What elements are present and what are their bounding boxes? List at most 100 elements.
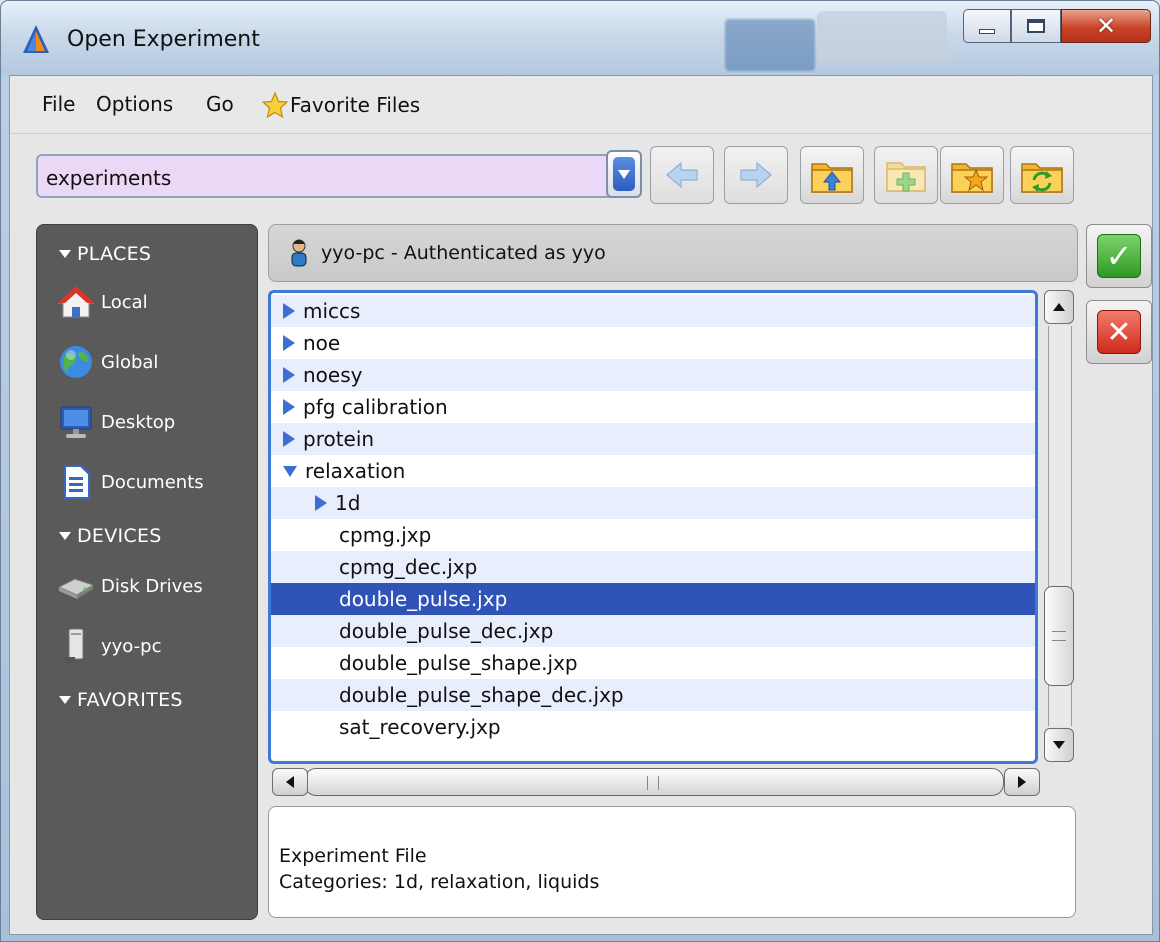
refresh-folder-icon xyxy=(1021,163,1063,193)
collapsed-arrow-icon[interactable] xyxy=(283,399,295,415)
file-row[interactable]: double_pulse_shape_dec.jxp xyxy=(271,679,1035,711)
maximize-icon xyxy=(1027,19,1045,33)
disk-drive-icon xyxy=(57,578,95,599)
folder-row[interactable]: 1d xyxy=(271,487,1035,519)
path-dropdown-button[interactable] xyxy=(606,150,642,198)
checkmark-icon: ✓ xyxy=(1097,234,1141,278)
collapsed-arrow-icon[interactable] xyxy=(283,335,295,351)
sidebar-item-documents[interactable]: Documents xyxy=(57,463,204,501)
menu-options[interactable]: Options xyxy=(96,92,173,116)
folder-row[interactable]: pfg calibration xyxy=(271,391,1035,423)
sidebar-item-disk-drives[interactable]: Disk Drives xyxy=(57,567,203,605)
scroll-right-button[interactable] xyxy=(1004,768,1040,796)
item-name: double_pulse.jxp xyxy=(339,587,508,611)
menu-favorite-files[interactable]: Favorite Files xyxy=(262,92,420,118)
minimize-icon xyxy=(979,28,995,34)
scroll-down-button[interactable] xyxy=(1044,728,1074,762)
arrow-down-icon xyxy=(1053,741,1065,749)
sidebar-item-global[interactable]: Global xyxy=(57,343,158,381)
horizontal-scrollbar[interactable] xyxy=(268,768,1048,802)
sidebar-item-desktop[interactable]: Desktop xyxy=(57,403,175,441)
back-arrow-icon xyxy=(666,161,698,189)
favorites-header[interactable]: FAVORITES xyxy=(59,689,183,711)
sidebar-item-local[interactable]: Local xyxy=(57,283,148,321)
cancel-button[interactable]: ✕ xyxy=(1086,300,1152,364)
monitor-icon xyxy=(60,406,92,438)
title-bar[interactable]: Open Experiment ✕ xyxy=(1,1,1159,75)
home-icon xyxy=(57,286,95,318)
item-name: double_pulse_dec.jxp xyxy=(339,619,554,643)
computer-tower-icon xyxy=(65,628,84,663)
refresh-folder-button[interactable] xyxy=(1010,146,1074,204)
item-name: double_pulse_shape.jxp xyxy=(339,651,578,675)
sidebar-item-label: Desktop xyxy=(101,411,176,433)
menu-favorite-files-label: Favorite Files xyxy=(290,93,421,117)
background-window-blur-2 xyxy=(817,11,947,63)
close-button[interactable]: ✕ xyxy=(1061,9,1151,43)
folder-row[interactable]: relaxation xyxy=(271,455,1035,487)
item-name: protein xyxy=(303,427,375,451)
folder-row[interactable]: miccs xyxy=(271,295,1035,327)
file-row[interactable]: cpmg.jxp xyxy=(271,519,1035,551)
collapse-triangle-icon xyxy=(59,696,71,704)
dialog-body: File Options Go Favorite Files experimen… xyxy=(9,75,1153,935)
open-experiment-window: Open Experiment ✕ File Options Go Favori… xyxy=(0,0,1160,942)
new-folder-button[interactable] xyxy=(874,146,938,204)
forward-arrow-icon xyxy=(740,161,772,189)
devices-header[interactable]: DEVICES xyxy=(59,525,162,547)
file-row[interactable]: double_pulse.jxp xyxy=(271,583,1035,615)
item-name: noesy xyxy=(303,363,363,387)
new-folder-icon xyxy=(886,162,926,192)
maximize-button[interactable] xyxy=(1011,9,1061,43)
file-type-text: Experiment File xyxy=(279,845,427,867)
path-toolbar: experiments xyxy=(10,134,1152,216)
parent-folder-button[interactable] xyxy=(800,146,864,204)
collapsed-arrow-icon[interactable] xyxy=(283,367,295,383)
ok-button[interactable]: ✓ xyxy=(1086,224,1152,288)
folder-row[interactable]: noesy xyxy=(271,359,1035,391)
dropdown-icon xyxy=(613,157,635,191)
forward-button[interactable] xyxy=(724,146,788,204)
collapse-triangle-icon xyxy=(59,250,71,258)
places-header-label: PLACES xyxy=(77,243,152,265)
file-row[interactable]: cpmg_dec.jxp xyxy=(271,551,1035,583)
file-row[interactable]: sat_recovery.jxp xyxy=(271,711,1035,743)
path-input[interactable]: experiments xyxy=(36,154,612,198)
folder-up-icon xyxy=(811,163,853,193)
file-info-panel: Experiment File Categories: 1d, relaxati… xyxy=(268,806,1076,918)
back-button[interactable] xyxy=(650,146,714,204)
star-icon xyxy=(262,92,288,118)
expanded-arrow-icon[interactable] xyxy=(283,465,297,477)
scroll-up-button[interactable] xyxy=(1044,290,1074,324)
file-row[interactable]: double_pulse_shape.jxp xyxy=(271,647,1035,679)
app-icon xyxy=(23,25,49,53)
sidebar-item-label: Global xyxy=(101,351,159,373)
collapsed-arrow-icon[interactable] xyxy=(283,303,295,319)
file-categories-text: Categories: 1d, relaxation, liquids xyxy=(279,871,600,893)
vertical-scrollbar[interactable] xyxy=(1040,290,1076,762)
folder-row[interactable]: noe xyxy=(271,327,1035,359)
places-header[interactable]: PLACES xyxy=(59,243,151,265)
menu-go[interactable]: Go xyxy=(206,92,234,116)
vertical-scroll-thumb[interactable] xyxy=(1044,586,1074,686)
close-icon: ✕ xyxy=(1095,12,1117,40)
minimize-button[interactable] xyxy=(963,9,1011,43)
collapse-triangle-icon xyxy=(59,532,71,540)
sidebar-item-yyo-pc[interactable]: yyo-pc xyxy=(57,627,161,665)
collapsed-arrow-icon[interactable] xyxy=(283,431,295,447)
item-name: cpmg_dec.jxp xyxy=(339,555,478,579)
devices-header-label: DEVICES xyxy=(77,525,162,547)
file-row[interactable]: double_pulse_dec.jxp xyxy=(271,615,1035,647)
file-list[interactable]: miccs noe noesy pfg calibration protein relax… xyxy=(268,290,1038,764)
globe-icon xyxy=(60,346,92,378)
favorite-folder-button[interactable] xyxy=(940,146,1004,204)
sidebar-item-label: yyo-pc xyxy=(101,635,162,657)
item-name: sat_recovery.jxp xyxy=(339,715,501,739)
arrow-left-icon xyxy=(286,776,294,788)
menu-file[interactable]: File xyxy=(42,92,75,116)
user-icon xyxy=(291,239,307,267)
horizontal-scroll-thumb[interactable] xyxy=(304,768,1004,796)
folder-row[interactable]: protein xyxy=(271,423,1035,455)
scroll-left-button[interactable] xyxy=(272,768,308,796)
collapsed-arrow-icon[interactable] xyxy=(315,495,327,511)
